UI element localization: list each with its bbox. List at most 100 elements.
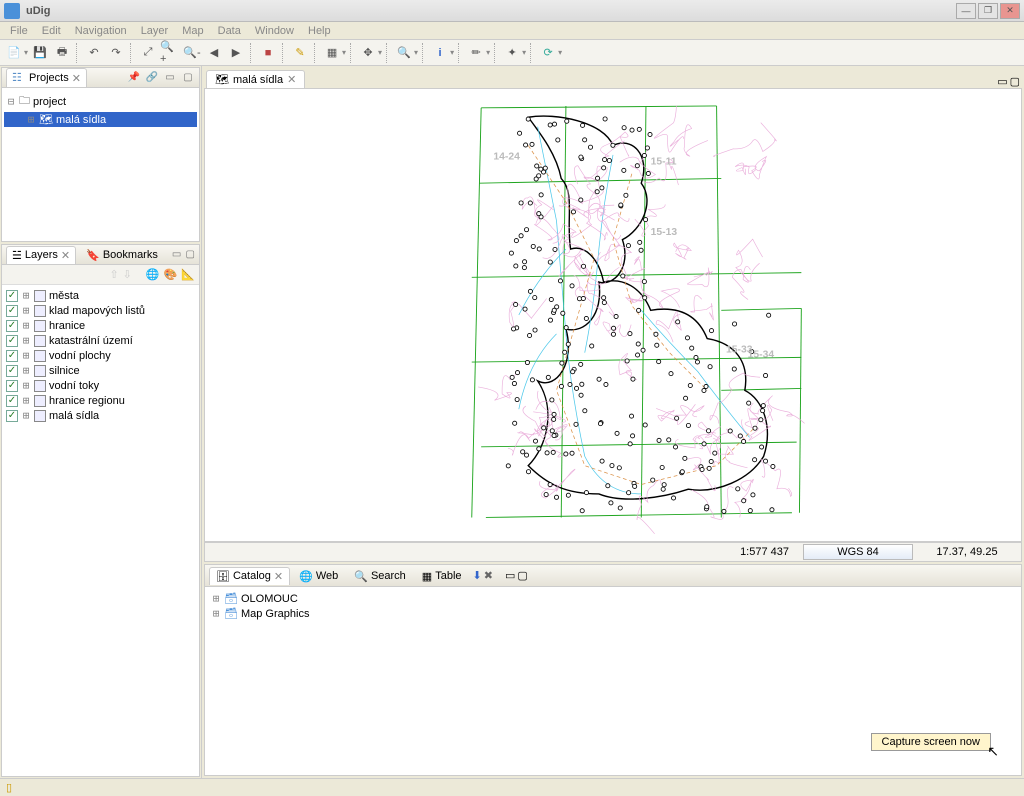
expand-icon[interactable]: ⊞ [21, 364, 31, 377]
menu-help[interactable]: Help [302, 24, 337, 38]
maximize-panel-icon[interactable]: ▢ [185, 248, 195, 262]
checkbox-icon[interactable]: ✓ [6, 410, 18, 422]
editor-tab[interactable]: 🗺 malá sídla ✕ [206, 70, 305, 88]
checkbox-icon[interactable]: ✓ [6, 350, 18, 362]
checkbox-icon[interactable]: ✓ [6, 380, 18, 392]
maximize-panel-icon[interactable]: ▢ [181, 71, 195, 85]
menu-data[interactable]: Data [212, 24, 247, 38]
catalog-item[interactable]: ⊞🗃OLOMOUC [209, 591, 1017, 606]
checkbox-icon[interactable]: ✓ [6, 320, 18, 332]
import-icon[interactable]: ⬇ [473, 569, 482, 582]
minimize-panel-icon[interactable]: ▭ [172, 248, 182, 262]
app-icon [4, 3, 20, 19]
layer-item[interactable]: ✓⊞malá sídla [4, 408, 197, 423]
undo-button[interactable]: ↶ [84, 43, 104, 63]
editor-tab-close[interactable]: ✕ [287, 73, 296, 86]
menu-edit[interactable]: Edit [36, 24, 67, 38]
select-tool-button[interactable]: ▦ [322, 43, 342, 63]
save-button[interactable]: 💾 [30, 43, 50, 63]
search-tab[interactable]: 🔍 Search [347, 567, 413, 585]
expand-icon[interactable]: ⊞ [211, 592, 221, 605]
nav-fwd-button[interactable]: ▶ [226, 43, 246, 63]
layer-item[interactable]: ✓⊞hranice [4, 318, 197, 333]
checkbox-icon[interactable]: ✓ [6, 305, 18, 317]
link-icon[interactable]: 🔗 [145, 71, 159, 85]
draw-tool-button[interactable]: ✏ [466, 43, 486, 63]
checkbox-icon[interactable]: ✓ [6, 365, 18, 377]
expand-icon[interactable]: ⊞ [26, 113, 36, 126]
layer-item[interactable]: ✓⊞hranice regionu [4, 393, 197, 408]
editor-min-icon[interactable]: ▭ [997, 75, 1007, 88]
web-tab[interactable]: 🌐 Web [292, 567, 345, 585]
layers-tab-close[interactable]: ✕ [61, 249, 70, 262]
layers-tab-label[interactable]: Layers [25, 249, 58, 261]
editor-max-icon[interactable]: ▢ [1010, 75, 1020, 88]
filter-icon[interactable]: 📐 [181, 268, 195, 281]
layer-item[interactable]: ✓⊞vodní toky [4, 378, 197, 393]
catalog-tab-close[interactable]: ✕ [274, 570, 283, 583]
menu-map[interactable]: Map [176, 24, 209, 38]
style-icon[interactable]: 🎨 [164, 268, 178, 281]
expand-icon[interactable]: ⊞ [21, 304, 31, 317]
project-child-label[interactable]: malá sídla [56, 114, 106, 126]
menu-layer[interactable]: Layer [135, 24, 175, 38]
pan-tool-button[interactable]: ✥ [358, 43, 378, 63]
expand-icon[interactable]: ⊞ [21, 349, 31, 362]
zoom-extent-button[interactable]: ⤢ [138, 43, 158, 63]
layer-item[interactable]: ✓⊞klad mapových listů [4, 303, 197, 318]
minimize-button[interactable]: — [956, 3, 976, 19]
table-tab-label: Table [435, 570, 461, 582]
expand-icon[interactable]: ⊟ [6, 95, 16, 108]
layers-tree[interactable]: ✓⊞města✓⊞klad mapových listů✓⊞hranice✓⊞k… [2, 285, 199, 776]
projects-tree[interactable]: ⊟ 🗀 project ⊞ 🗺 malá sídla [2, 88, 199, 241]
projects-tab-close[interactable]: ✕ [72, 72, 81, 85]
scale-display[interactable]: 1:577 437 [699, 545, 799, 559]
nav-back-button[interactable]: ◀ [204, 43, 224, 63]
edit-tool-button[interactable]: ✎ [290, 43, 310, 63]
layer-item[interactable]: ✓⊞vodní plochy [4, 348, 197, 363]
bookmarks-tab-label[interactable]: Bookmarks [103, 249, 158, 261]
stop-button[interactable]: ■ [258, 43, 278, 63]
redo-button[interactable]: ↷ [106, 43, 126, 63]
layer-item[interactable]: ✓⊞města [4, 288, 197, 303]
menu-file[interactable]: File [4, 24, 34, 38]
move-up-icon[interactable]: ⇧ [109, 268, 118, 281]
panel-max-icon[interactable]: ▢ [517, 569, 527, 582]
checkbox-icon[interactable]: ✓ [6, 395, 18, 407]
feature-tool-button[interactable]: ✦ [502, 43, 522, 63]
close-button[interactable]: ✕ [1000, 3, 1020, 19]
maximize-button[interactable]: ❐ [978, 3, 998, 19]
move-down-icon[interactable]: ⇩ [123, 268, 132, 281]
layer-item[interactable]: ✓⊞katastrální území [4, 333, 197, 348]
info-tool-button[interactable]: i [430, 43, 450, 63]
remove-icon[interactable]: ✖ [484, 569, 493, 582]
expand-icon[interactable]: ⊞ [21, 394, 31, 407]
zoom-in-button[interactable]: 🔍+ [160, 43, 180, 63]
crs-button[interactable]: WGS 84 [803, 544, 913, 560]
layer-item[interactable]: ✓⊞silnice [4, 363, 197, 378]
globe-icon[interactable]: 🌐 [146, 268, 160, 281]
new-button[interactable]: 📄 [4, 43, 24, 63]
project-root-label[interactable]: project [33, 96, 66, 108]
table-tab[interactable]: ▦ Table [415, 567, 469, 585]
minimize-panel-icon[interactable]: ▭ [163, 71, 177, 85]
menu-window[interactable]: Window [249, 24, 300, 38]
checkbox-icon[interactable]: ✓ [6, 290, 18, 302]
checkbox-icon[interactable]: ✓ [6, 335, 18, 347]
pin-icon[interactable]: 📌 [127, 71, 141, 85]
expand-icon[interactable]: ⊞ [211, 607, 221, 620]
panel-min-icon[interactable]: ▭ [505, 569, 515, 582]
map-canvas[interactable]: 14-24 15-11 15-13 15-33 15-34 [204, 88, 1022, 542]
expand-icon[interactable]: ⊞ [21, 289, 31, 302]
expand-icon[interactable]: ⊞ [21, 409, 31, 422]
menu-navigation[interactable]: Navigation [69, 24, 133, 38]
zoom-out-button[interactable]: 🔍- [182, 43, 202, 63]
expand-icon[interactable]: ⊞ [21, 319, 31, 332]
catalog-item[interactable]: ⊞🗃Map Graphics [209, 606, 1017, 621]
zoom-tool-button[interactable]: 🔍 [394, 43, 414, 63]
refresh-tool-button[interactable]: ⟳ [538, 43, 558, 63]
expand-icon[interactable]: ⊞ [21, 379, 31, 392]
expand-icon[interactable]: ⊞ [21, 334, 31, 347]
catalog-tab[interactable]: 🗄 Catalog ✕ [209, 567, 290, 585]
print-button[interactable]: 🖶 [52, 43, 72, 63]
